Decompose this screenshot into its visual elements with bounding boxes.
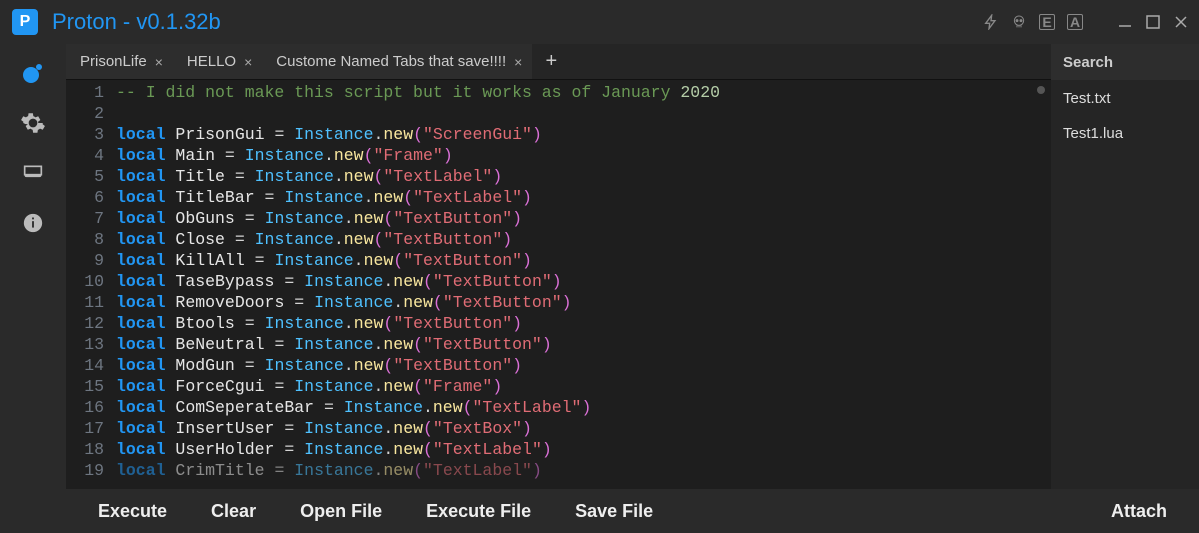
list-item[interactable]: Test.txt bbox=[1063, 90, 1187, 107]
editor-area: PrisonLife×HELLO×Custome Named Tabs that… bbox=[66, 44, 1051, 489]
tab[interactable]: Custome Named Tabs that save!!!! × bbox=[262, 44, 532, 79]
attach-button[interactable]: Attach bbox=[1089, 489, 1189, 533]
sidebar bbox=[0, 44, 66, 489]
clear-button[interactable]: Clear bbox=[189, 489, 278, 533]
tab[interactable]: PrisonLife × bbox=[66, 44, 173, 79]
a-box-icon[interactable]: A bbox=[1067, 14, 1083, 30]
code-content[interactable]: -- I did not make this script but it wor… bbox=[112, 80, 1051, 489]
open-file-button[interactable]: Open File bbox=[278, 489, 404, 533]
titlebar-icons: E A bbox=[983, 14, 1189, 30]
close-icon[interactable] bbox=[1173, 14, 1189, 30]
tab[interactable]: HELLO × bbox=[173, 44, 262, 79]
info-icon[interactable] bbox=[20, 210, 46, 236]
app-logo: P bbox=[12, 9, 38, 35]
search-panel: Search Test.txt Test1.lua bbox=[1051, 44, 1199, 489]
save-file-button[interactable]: Save File bbox=[553, 489, 675, 533]
e-box-icon[interactable]: E bbox=[1039, 14, 1055, 30]
monitor-icon[interactable] bbox=[20, 160, 46, 186]
new-tab-button[interactable]: + bbox=[532, 44, 566, 79]
tab-bar: PrisonLife×HELLO×Custome Named Tabs that… bbox=[66, 44, 1051, 80]
scroll-indicator[interactable] bbox=[1037, 86, 1045, 94]
maximize-icon[interactable] bbox=[1145, 14, 1161, 30]
bolt-icon[interactable] bbox=[983, 14, 999, 30]
tab-close-icon[interactable]: × bbox=[514, 54, 522, 70]
tab-close-icon[interactable]: × bbox=[155, 54, 163, 70]
search-header: Search bbox=[1051, 44, 1199, 80]
file-list: Test.txt Test1.lua bbox=[1051, 80, 1199, 152]
tab-label: Custome Named Tabs that save!!!! bbox=[276, 53, 506, 70]
minimize-icon[interactable] bbox=[1117, 14, 1133, 30]
skull-icon[interactable] bbox=[1011, 14, 1027, 30]
app-title: Proton - v0.1.32b bbox=[52, 9, 221, 35]
gear-icon[interactable] bbox=[20, 110, 46, 136]
execute-button[interactable]: Execute bbox=[76, 489, 189, 533]
titlebar: P Proton - v0.1.32b E A bbox=[0, 0, 1199, 44]
code-editor[interactable]: 12345678910111213141516171819 -- I did n… bbox=[66, 80, 1051, 489]
tab-close-icon[interactable]: × bbox=[244, 54, 252, 70]
list-item[interactable]: Test1.lua bbox=[1063, 125, 1187, 142]
tab-label: HELLO bbox=[187, 53, 236, 70]
logo-dot-icon[interactable] bbox=[20, 60, 46, 86]
bottom-toolbar: Execute Clear Open File Execute File Sav… bbox=[0, 489, 1199, 533]
tab-label: PrisonLife bbox=[80, 53, 147, 70]
execute-file-button[interactable]: Execute File bbox=[404, 489, 553, 533]
line-gutter: 12345678910111213141516171819 bbox=[66, 80, 112, 489]
